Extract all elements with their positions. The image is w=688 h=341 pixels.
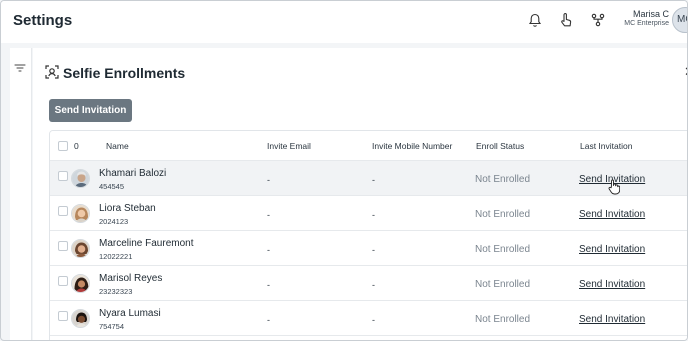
filter-rail [10, 48, 32, 340]
person-name: Nyara Lumasi [99, 308, 161, 319]
enroll-status: Not Enrolled [475, 314, 531, 325]
invite-email: - [267, 175, 270, 185]
face-scan-icon [45, 65, 59, 84]
section-title: Selfie Enrollments [63, 65, 186, 81]
invite-mobile: - [372, 245, 375, 255]
person-name: Marisol Reyes [99, 273, 163, 284]
send-invitation-link[interactable]: Send Invitation [579, 244, 645, 255]
avatar [71, 239, 90, 258]
table-row[interactable]: Khamari Balozi 454545 - - Not Enrolled S… [50, 161, 687, 196]
invite-email: - [267, 280, 270, 290]
person-id: 12022221 [99, 252, 133, 261]
column-header-name[interactable]: Name [106, 141, 129, 151]
send-invitation-link[interactable]: Send Invitation [579, 279, 645, 290]
avatar [71, 309, 90, 328]
send-invitation-link[interactable]: Send Invitation [579, 314, 645, 325]
table-row[interactable]: Marceline Fauremont 12022221 - - Not Enr… [50, 231, 687, 266]
touch-icon[interactable] [557, 11, 575, 29]
user-menu[interactable]: Marisa C MC Enterprise [621, 9, 669, 27]
invite-mobile: - [372, 175, 375, 185]
invite-mobile: - [372, 280, 375, 290]
row-checkbox[interactable] [58, 311, 68, 321]
invite-email: - [267, 245, 270, 255]
app-window: Settings Marisa C MC Enterprise MC Selfi… [0, 0, 688, 341]
column-header-status[interactable]: Enroll Status [476, 141, 524, 151]
hand-cursor-icon [608, 179, 621, 200]
page-title: Settings [13, 12, 73, 29]
avatar [71, 274, 90, 293]
table-row[interactable]: Liora Steban 2024123 - - Not Enrolled Se… [50, 196, 687, 231]
invite-mobile: - [372, 210, 375, 220]
user-name: Marisa C [632, 9, 669, 19]
top-bar: Settings Marisa C MC Enterprise MC [1, 1, 687, 43]
send-invitation-link[interactable]: Send Invitation [579, 209, 645, 220]
person-id: 454545 [99, 182, 125, 191]
avatar [71, 204, 90, 223]
enroll-status: Not Enrolled [475, 174, 531, 185]
enroll-status: Not Enrolled [475, 279, 531, 290]
column-header-email[interactable]: Invite Email [267, 141, 311, 151]
user-org: MC Enterprise [624, 20, 669, 27]
hierarchy-icon[interactable] [589, 11, 607, 29]
avatar[interactable]: MC [672, 7, 687, 33]
person-id: 754754 [99, 322, 125, 331]
main-panel: Selfie Enrollments ✕ Send Invitation 0 N… [33, 48, 687, 340]
person-name: Khamari Balozi [99, 168, 167, 179]
selected-count: 0 [74, 141, 79, 151]
row-checkbox[interactable] [58, 206, 68, 216]
invite-mobile: - [372, 315, 375, 325]
row-checkbox[interactable] [58, 171, 68, 181]
invite-email: - [267, 315, 270, 325]
enroll-status: Not Enrolled [475, 209, 531, 220]
select-all-checkbox[interactable] [58, 141, 68, 151]
close-icon[interactable]: ✕ [684, 64, 687, 80]
invite-email: - [267, 210, 270, 220]
person-id: 23232323 [99, 287, 133, 296]
row-checkbox[interactable] [58, 241, 68, 251]
bell-icon[interactable] [526, 11, 544, 29]
avatar [71, 169, 90, 188]
column-header-mobile[interactable]: Invite Mobile Number [372, 141, 452, 151]
table-row[interactable]: Nyara Lumasi 754754 - - Not Enrolled Sen… [50, 301, 687, 336]
table-row[interactable]: Marisol Reyes 23232323 - - Not Enrolled … [50, 266, 687, 301]
send-invitation-button[interactable]: Send Invitation [49, 99, 132, 122]
filter-icon[interactable] [14, 60, 26, 78]
column-header-last-invitation[interactable]: Last Invitation [580, 141, 632, 151]
enroll-status: Not Enrolled [475, 244, 531, 255]
person-name: Liora Steban [99, 203, 156, 214]
person-id: 2024123 [99, 217, 129, 226]
row-checkbox[interactable] [58, 276, 68, 286]
enrollment-table: 0 Name Invite Email Invite Mobile Number… [49, 130, 687, 340]
person-name: Marceline Fauremont [99, 238, 194, 249]
table-header: 0 Name Invite Email Invite Mobile Number… [50, 131, 687, 161]
